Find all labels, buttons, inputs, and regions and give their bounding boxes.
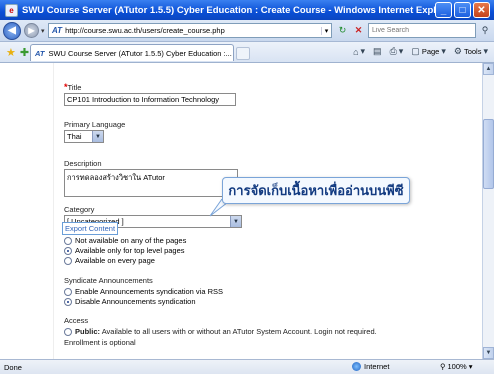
address-dropdown-icon[interactable]: ▾ [321, 26, 331, 35]
radio-button-checked[interactable] [64, 297, 72, 306]
refresh-icon[interactable]: ↻ [336, 24, 349, 37]
access-enrollment-text: Enrollment is optional [64, 338, 136, 347]
address-toolbar: ◀ ▶ ▾ AT http://course.swu.ac.th/users/c… [0, 20, 494, 42]
back-button[interactable]: ◀ [3, 21, 21, 40]
tab-label: SWU Course Server (ATutor 1.5.5) Cyber E… [48, 48, 232, 58]
status-text: Done [4, 362, 22, 372]
window-title: SWU Course Server (ATutor 1.5.5) Cyber E… [22, 4, 435, 16]
title-field[interactable]: CP101 Introduction to Information Techno… [64, 93, 236, 106]
address-bar[interactable]: AT http://course.swu.ac.th/users/create_… [48, 23, 332, 38]
create-course-form: *Title CP101 Introduction to Information… [54, 63, 482, 359]
command-bar: ⌂ ▾ ▤ ⎙ ▾ ▢ Page ▾ ⚙ Tools ▾ [353, 46, 488, 57]
tab-current[interactable]: AT SWU Course Server (ATutor 1.5.5) Cybe… [30, 44, 234, 61]
address-url[interactable]: http://course.swu.ac.th/users/create_cou… [65, 26, 321, 35]
status-bar: Done Internet ⚲ 100% ▾ [0, 359, 494, 374]
title-bar: e SWU Course Server (ATutor 1.5.5) Cyber… [0, 0, 494, 20]
search-icon[interactable]: ⚲ [478, 23, 492, 38]
stop-icon[interactable]: ✕ [352, 24, 365, 37]
page-menu-icon: ▢ [411, 46, 420, 56]
radio-button[interactable] [64, 287, 72, 296]
favorites-star-icon[interactable]: ★ [6, 46, 16, 59]
maximize-button[interactable]: □ [454, 2, 471, 18]
print-button[interactable]: ⎙ ▾ [390, 46, 404, 57]
left-gutter [0, 63, 54, 359]
page-icon: AT [52, 26, 63, 35]
radio-button[interactable] [64, 236, 72, 245]
tools-menu[interactable]: ⚙ Tools ▾ [454, 46, 488, 57]
category-label: Category [64, 205, 95, 214]
new-tab-button[interactable] [236, 47, 250, 60]
ie-icon: e [5, 3, 18, 17]
add-favorites-icon[interactable]: ✚ [20, 46, 29, 59]
page-content: *Title CP101 Introduction to Information… [0, 63, 482, 359]
access-option-public[interactable]: Public: Available to all users with or w… [64, 327, 377, 336]
radio-button[interactable] [64, 256, 72, 265]
chevron-down-icon: ▼ [230, 216, 241, 227]
syndicate-option-enable[interactable]: Enable Announcements syndication via RSS [64, 287, 223, 296]
export-option-every-page[interactable]: Available on every page [64, 256, 155, 265]
language-select[interactable]: Thai ▼ [64, 130, 104, 143]
feeds-button[interactable]: ▤ [373, 46, 382, 57]
minimize-button[interactable]: _ [435, 2, 452, 18]
tab-toolbar: ★ ✚ AT SWU Course Server (ATutor 1.5.5) … [0, 42, 494, 63]
globe-icon [352, 362, 361, 371]
description-textarea[interactable]: การทดลองสร้างวิชาใน ATutor [64, 169, 238, 197]
export-option-top-level[interactable]: Available only for top level pages [64, 246, 185, 255]
page-menu[interactable]: ▢ Page ▾ [411, 46, 446, 57]
home-icon: ⌂ [353, 46, 359, 57]
history-dropdown-icon[interactable]: ▾ [41, 27, 45, 35]
security-zone: Internet [352, 362, 389, 371]
export-option-none[interactable]: Not available on any of the pages [64, 236, 186, 245]
home-button[interactable]: ⌂ ▾ [353, 46, 365, 57]
radio-button-checked[interactable] [64, 246, 72, 255]
gear-icon: ⚙ [453, 46, 462, 56]
zoom-control[interactable]: ⚲ 100% ▾ [440, 362, 472, 371]
close-button[interactable]: ✕ [473, 2, 490, 18]
radio-button[interactable] [64, 327, 72, 336]
description-label: Description [64, 159, 102, 168]
chevron-down-icon: ▼ [92, 131, 103, 142]
language-label: Primary Language [64, 120, 126, 129]
syndicate-label: Syndicate Announcements [64, 276, 153, 285]
syndicate-option-disable[interactable]: Disable Announcements syndication [64, 297, 196, 306]
vertical-scrollbar[interactable]: ▲ ▼ [482, 63, 494, 359]
title-label: *Title [64, 82, 82, 92]
print-icon: ⎙ [389, 46, 397, 56]
search-box[interactable] [368, 23, 476, 38]
page-icon: AT [35, 48, 45, 58]
chevron-down-icon: ▾ [468, 362, 473, 371]
forward-button[interactable]: ▶ [24, 23, 39, 38]
export-content-label: Export Content [62, 222, 119, 235]
scroll-up-icon[interactable]: ▲ [483, 63, 494, 75]
scroll-thumb[interactable] [483, 119, 494, 189]
language-value: Thai [67, 132, 82, 141]
search-input[interactable] [372, 27, 475, 34]
zoom-icon: ⚲ [440, 362, 446, 371]
access-label: Access [64, 316, 89, 325]
callout-annotation: การจัดเก็บเนื้อหาเพื่ออ่านบนพีซี [222, 177, 410, 204]
window-controls: _ □ ✕ [435, 2, 490, 18]
feeds-icon: ▤ [373, 46, 382, 56]
scroll-down-icon[interactable]: ▼ [483, 347, 494, 359]
